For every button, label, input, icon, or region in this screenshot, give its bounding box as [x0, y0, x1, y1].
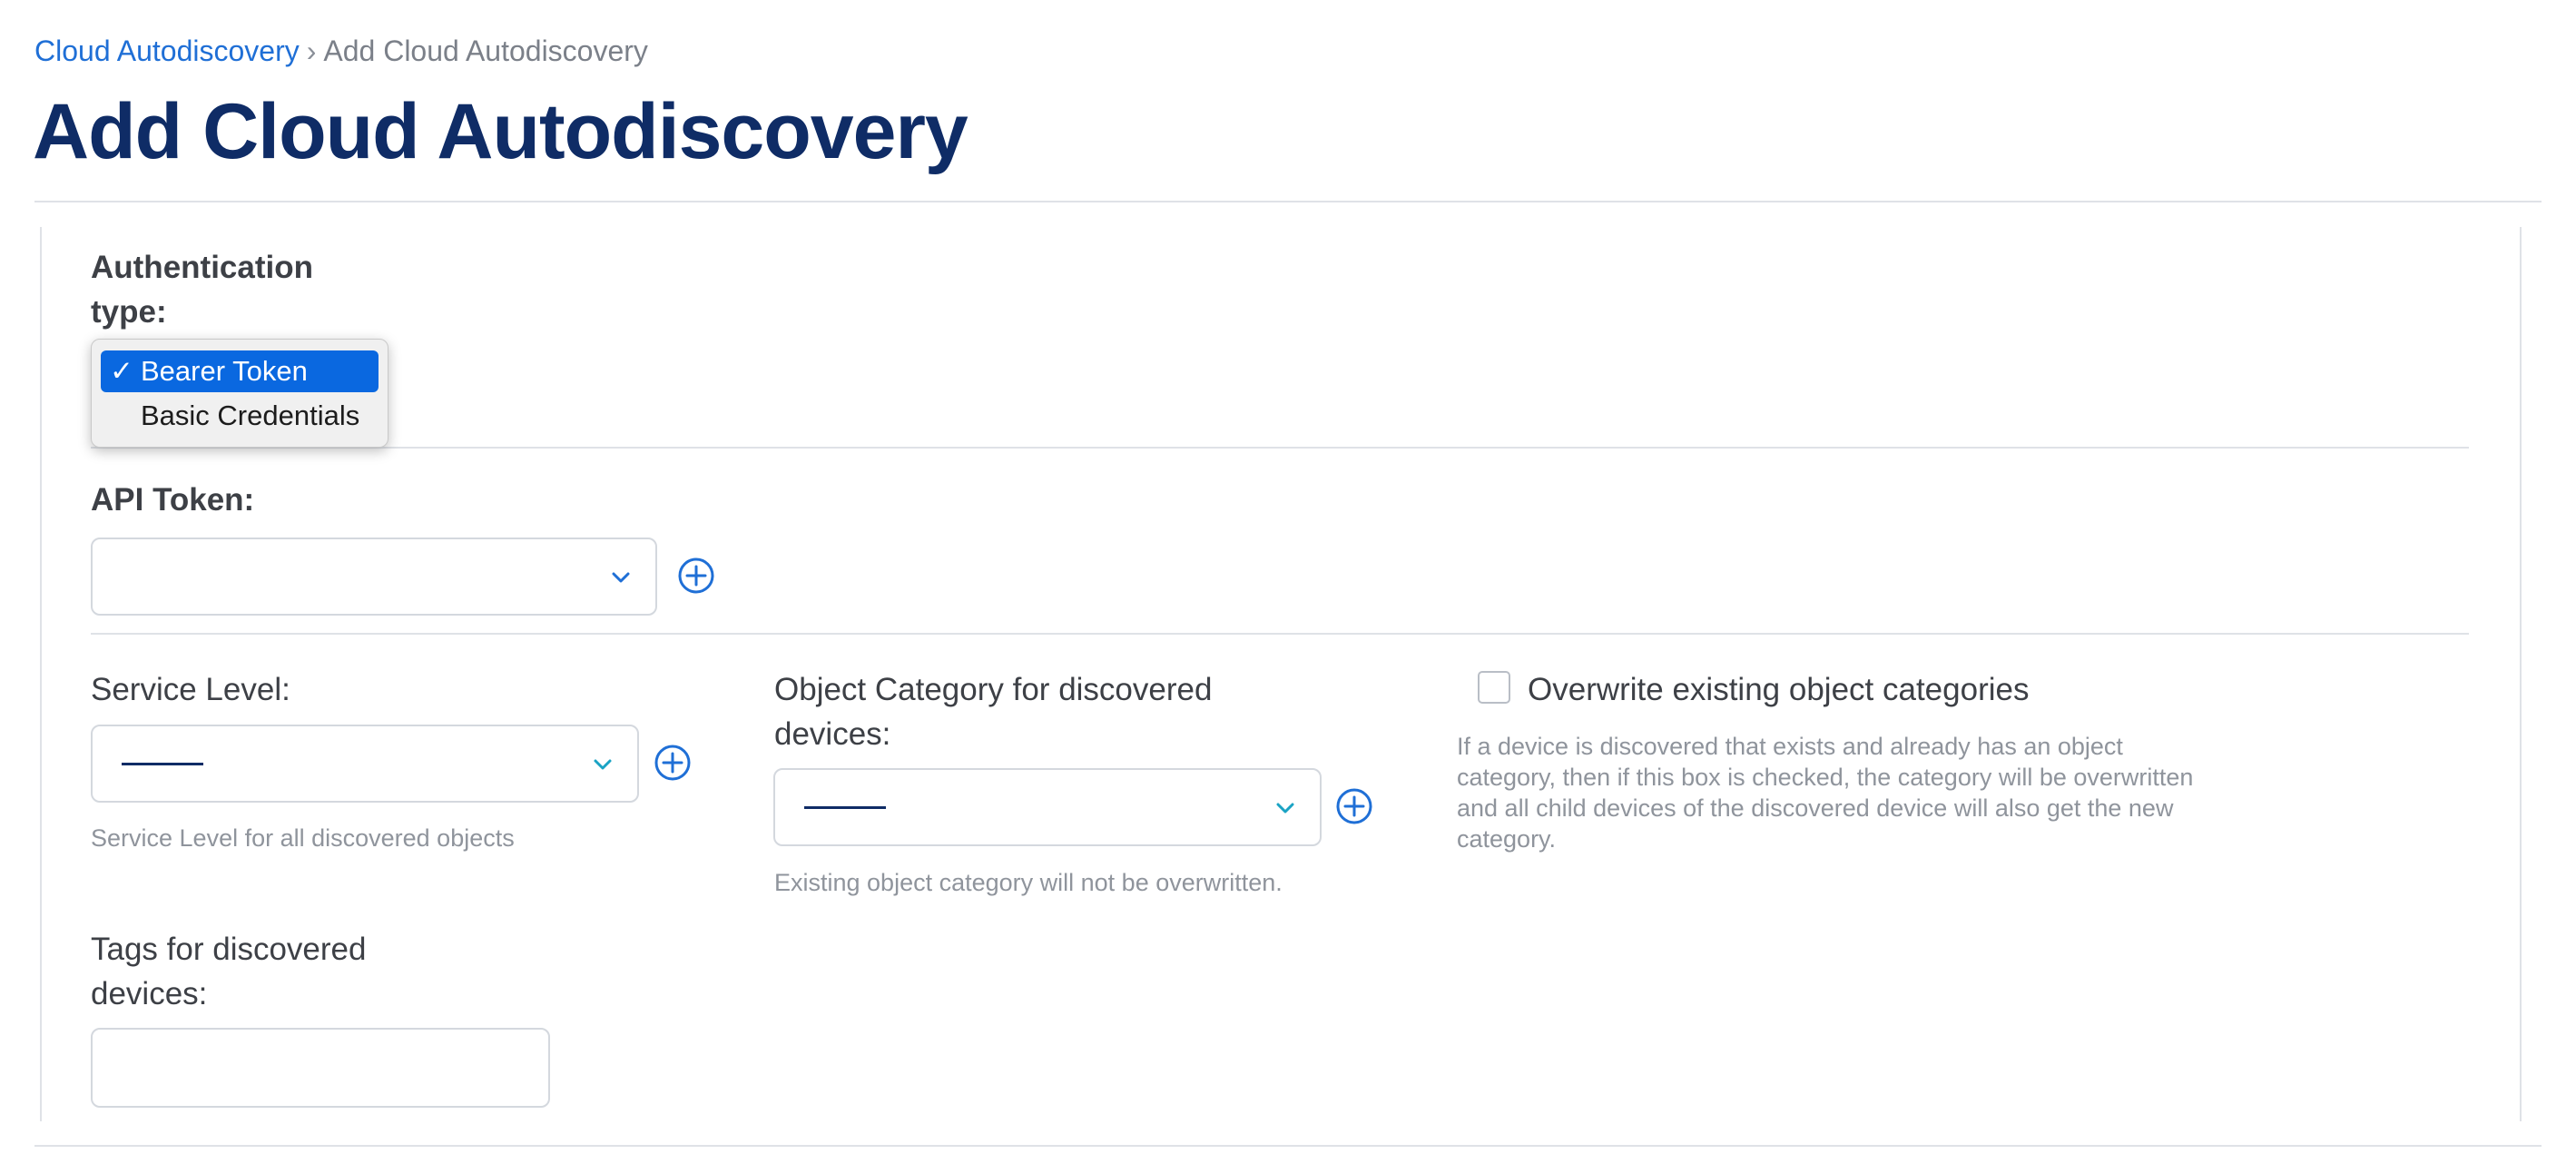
auth-option-label: Basic Credentials — [141, 400, 360, 431]
overwrite-help-line: category. — [1457, 825, 1557, 853]
breadcrumb-link-cloud-autodiscovery[interactable]: Cloud Autodiscovery — [34, 35, 300, 67]
add-service-level-plus-icon[interactable] — [653, 743, 693, 783]
overwrite-help-line: and all child devices of the discovered … — [1457, 794, 2174, 822]
auth-type-dropdown[interactable]: ✓ Bearer Token Basic Credentials — [91, 339, 388, 448]
chevron-down-icon — [594, 759, 612, 770]
service-level-empty-value — [122, 763, 203, 765]
tags-label-line2: devices: — [91, 976, 208, 1011]
form-right-border — [2520, 227, 2522, 1121]
auth-type-label: Authentication type: — [91, 245, 313, 334]
page-title: Add Cloud Autodiscovery — [33, 88, 968, 175]
add-object-category-plus-icon[interactable] — [1334, 786, 1374, 826]
form-left-border — [40, 227, 42, 1121]
tags-input[interactable] — [91, 1028, 550, 1108]
overwrite-help-line: If a device is discovered that exists an… — [1457, 733, 2123, 760]
object-category-help: Existing object category will not be ove… — [774, 869, 1283, 896]
title-divider — [34, 201, 2542, 202]
auth-type-label-line2: type: — [91, 294, 167, 330]
breadcrumb-separator: › — [306, 35, 317, 67]
breadcrumb: Cloud Autodiscovery › Add Cloud Autodiscov… — [34, 35, 648, 68]
overwrite-help-line: category, then if this box is checked, t… — [1457, 764, 2194, 791]
auth-type-label-line1: Authentication — [91, 250, 313, 285]
add-api-token-plus-icon[interactable] — [676, 556, 716, 596]
overwrite-categories-help: If a device is discovered that exists an… — [1457, 731, 2193, 854]
auth-option-label: Bearer Token — [141, 355, 308, 387]
breadcrumb-current: Add Cloud Autodiscovery — [323, 35, 648, 67]
chevron-down-icon — [612, 572, 630, 583]
section-divider-1 — [91, 447, 2469, 449]
object-category-label: Object Category for discovered devices: — [774, 667, 1212, 756]
service-level-label: Service Level: — [91, 672, 290, 707]
object-category-empty-value — [804, 806, 886, 809]
tags-label-line1: Tags for discovered — [91, 932, 367, 967]
form-bottom-divider — [34, 1145, 2542, 1147]
chevron-down-icon — [1276, 803, 1294, 814]
overwrite-categories-label[interactable]: Overwrite existing object categories — [1528, 667, 2029, 712]
api-token-label: API Token: — [91, 482, 255, 518]
object-category-label-line2: devices: — [774, 716, 891, 752]
auth-option-bearer-token[interactable]: ✓ Bearer Token — [101, 350, 379, 392]
overwrite-categories-checkbox[interactable] — [1478, 671, 1510, 704]
object-category-select[interactable] — [773, 768, 1322, 846]
service-level-select[interactable] — [91, 725, 639, 803]
object-category-label-line1: Object Category for discovered — [774, 672, 1213, 707]
auth-option-basic-credentials[interactable]: Basic Credentials — [101, 395, 379, 437]
api-token-select[interactable] — [91, 538, 657, 616]
tags-label: Tags for discovered devices: — [91, 927, 366, 1016]
checkmark-icon: ✓ — [110, 355, 133, 387]
service-level-help: Service Level for all discovered objects — [91, 824, 515, 852]
section-divider-2 — [91, 633, 2469, 635]
